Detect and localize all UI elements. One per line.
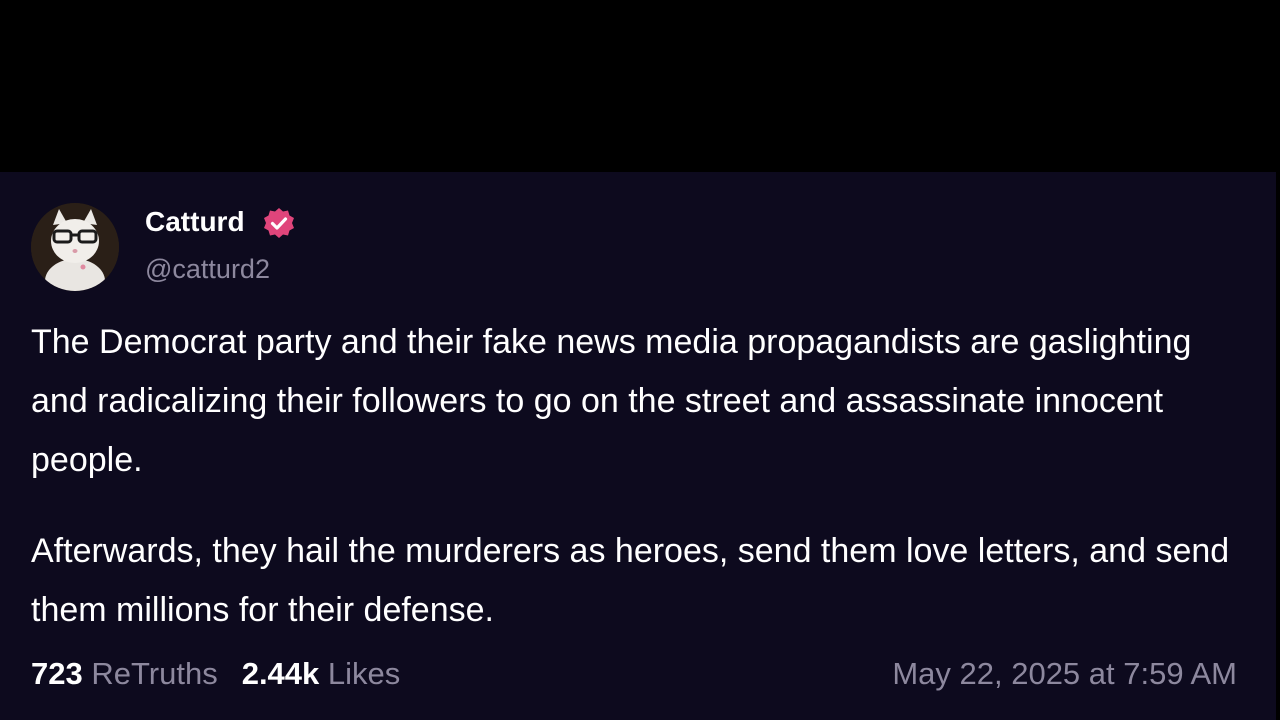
post-stats: 723 ReTruths 2.44k Likes (31, 656, 400, 692)
retruths-label: ReTruths (91, 656, 218, 691)
post-paragraph: Afterwards, they hail the murderers as h… (31, 532, 1230, 629)
retruths-count: 723 (31, 656, 83, 691)
author-handle[interactable]: @catturd2 (145, 254, 270, 285)
retruths-stat[interactable]: 723 ReTruths (31, 656, 218, 691)
likes-label: Likes (327, 656, 401, 691)
post-body: The Democrat party and their fake news m… (31, 313, 1231, 640)
post-card: Catturd @catturd2 The Democrat party and… (0, 172, 1276, 720)
author-display-name[interactable]: Catturd (145, 206, 245, 238)
likes-count: 2.44k (241, 656, 320, 691)
letterbox-top (0, 0, 1280, 172)
avatar[interactable] (31, 203, 119, 291)
verified-badge-icon (264, 208, 294, 238)
likes-stat[interactable]: 2.44k Likes (242, 656, 401, 691)
cat-avatar-icon (31, 203, 119, 291)
post-paragraph: The Democrat party and their fake news m… (31, 323, 1192, 479)
post-timestamp[interactable]: May 22, 2025 at 7:59 AM (892, 656, 1237, 692)
